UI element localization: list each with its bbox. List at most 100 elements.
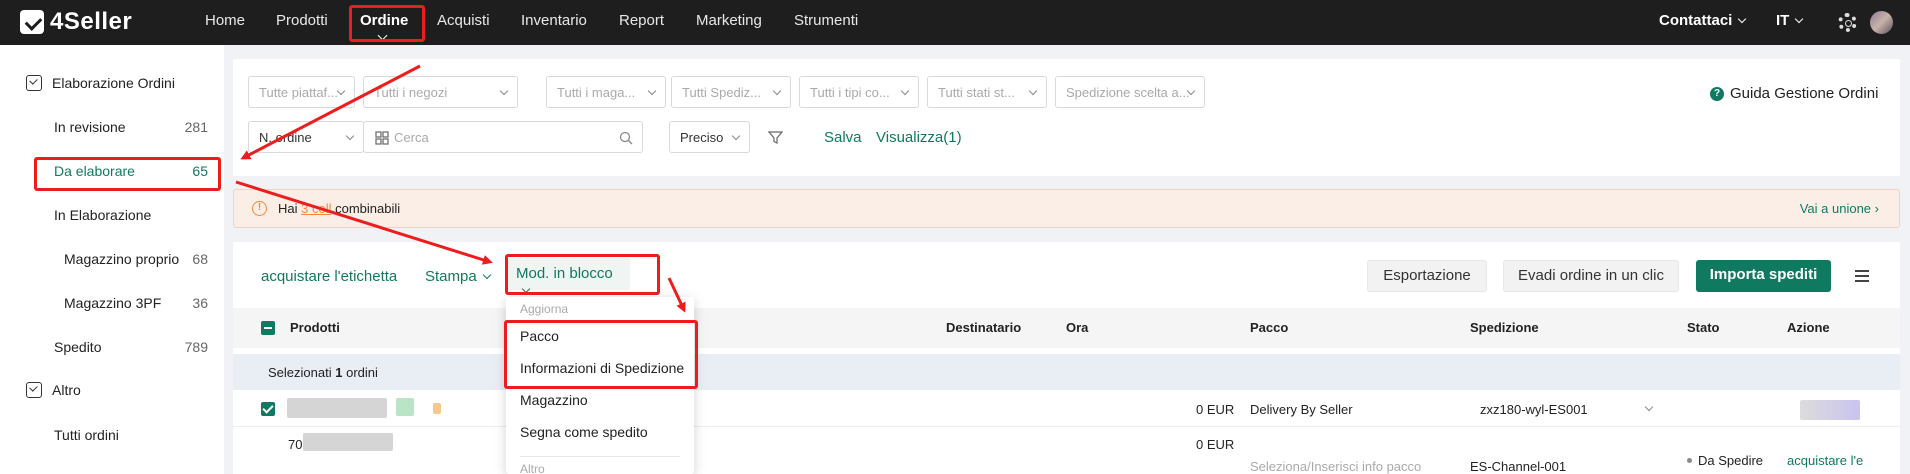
row-package-input[interactable]: Seleziona/Inserisci info pacco	[1250, 459, 1421, 474]
sidebar-item-all-orders[interactable]: Tutti ordini	[54, 427, 214, 443]
row-action-link[interactable]: acquistare l'e	[1787, 453, 1863, 468]
nav-orders[interactable]: Ordine	[360, 12, 408, 29]
sidebar-section-label: Altro	[52, 382, 81, 398]
sidebar-item-count: 789	[184, 339, 208, 355]
import-shipped-button[interactable]: Importa spediti	[1696, 260, 1831, 292]
redacted-product	[287, 398, 387, 418]
row-status-label: Da Spedire	[1698, 453, 1764, 468]
nav-marketing[interactable]: Marketing	[696, 12, 762, 29]
status-select[interactable]: Tutti stati st...	[927, 76, 1047, 108]
sidebar-item-label: Da elaborare	[54, 163, 135, 179]
dropdown-group-other: Altro	[520, 462, 545, 474]
warning-icon: !	[252, 201, 267, 216]
store-select[interactable]: Tutti i negozi	[363, 76, 518, 108]
sidebar-item-count: 281	[184, 119, 208, 135]
nav-home[interactable]: Home	[205, 12, 245, 29]
help-icon: ?	[1710, 86, 1724, 101]
one-click-fulfill-button[interactable]: Evadi ordine in un clic	[1503, 260, 1679, 292]
chevron-down-icon	[900, 86, 910, 96]
order-number-type-select[interactable]: N. ordine	[248, 121, 364, 153]
language-menu[interactable]: IT	[1776, 12, 1804, 29]
purchase-label-button[interactable]: acquistare l'etichetta	[261, 268, 397, 285]
row-checkbox[interactable]	[261, 402, 275, 416]
view-button[interactable]: Visualizza(1)	[876, 129, 962, 146]
select-value: N. ordine	[259, 130, 312, 145]
app-name: 4Seller	[50, 8, 133, 35]
sidebar-item-count: 65	[192, 163, 208, 179]
platform-select[interactable]: Tutte piattaf...	[248, 76, 355, 108]
order-guide-link[interactable]: ? Guida Gestione Ordini	[1710, 85, 1878, 102]
sidebar-item-count: 36	[192, 295, 208, 311]
table-header: Prodotti Destinatario Ora Pacco Spedizio…	[233, 308, 1900, 348]
chevron-down-icon	[731, 131, 741, 141]
select-value: Spedizione scelta a...	[1066, 85, 1190, 100]
row-order-id-prefix: 70	[288, 437, 303, 452]
column-settings-icon[interactable]	[1855, 270, 1869, 282]
status-dot-icon	[1687, 458, 1692, 463]
scan-icon	[375, 131, 389, 145]
filter-panel: Tutte piattaf... Tutti i negozi Tutti i …	[233, 59, 1900, 176]
col-time: Ora	[1066, 320, 1089, 335]
search-icon[interactable]	[619, 131, 633, 145]
nav-products[interactable]: Prodotti	[276, 12, 328, 29]
bulk-edit-menu[interactable]: Mod. in blocco	[505, 258, 630, 294]
shipping-select[interactable]: Tutti Spediz...	[671, 76, 791, 108]
type-select[interactable]: Tutti i tipi co...	[799, 76, 919, 108]
print-menu[interactable]: Stampa	[425, 268, 491, 285]
sidebar-section-other[interactable]: Altro	[26, 382, 81, 398]
row-status: Da Spedire	[1687, 453, 1763, 468]
dropdown-item-package[interactable]: Pacco	[520, 328, 559, 344]
contact-menu[interactable]: Contattaci	[1659, 12, 1747, 29]
select-value: Tutti stati st...	[938, 85, 1015, 100]
table-row[interactable]: 70 0 EUR Seleziona/Inserisci info pacco …	[233, 426, 1900, 474]
clipboard-check-icon	[26, 382, 42, 398]
sidebar-item-processing[interactable]: In Elaborazione	[54, 207, 214, 223]
nav-purchases[interactable]: Acquisti	[437, 12, 490, 29]
select-value: Tutte piattaf...	[259, 85, 339, 100]
product-thumbnail	[396, 398, 414, 416]
chevron-down-icon	[1028, 86, 1038, 96]
clipboard-check-icon	[26, 75, 42, 91]
notice-suffix: combinabili	[335, 201, 401, 216]
select-value: Tutti i tipi co...	[810, 85, 890, 100]
sidebar-section-label: Elaborazione Ordini	[52, 75, 175, 91]
row-shipping-select[interactable]: zxz180-wyl-ES001	[1480, 402, 1588, 417]
sidebar-item-shipped[interactable]: Spedito 789	[54, 339, 214, 355]
warehouse-select[interactable]: Tutti i maga...	[546, 76, 666, 108]
search-input[interactable]: Cerca	[363, 121, 643, 153]
sidebar-item-own-warehouse[interactable]: Magazzino proprio 68	[64, 251, 214, 267]
nav-inventory[interactable]: Inventario	[521, 12, 587, 29]
filter-icon[interactable]	[768, 130, 783, 145]
user-avatar[interactable]	[1870, 11, 1893, 34]
combinable-link[interactable]: 3 coll	[301, 201, 331, 216]
save-filter-button[interactable]: Salva	[824, 129, 862, 146]
col-shipping: Spedizione	[1470, 320, 1539, 335]
redacted-action	[1800, 400, 1860, 420]
top-navigation-bar: 4Seller Home Prodotti Ordine Acquisti In…	[0, 0, 1910, 45]
export-button[interactable]: Esportazione	[1367, 260, 1487, 292]
sidebar-item-label: In Elaborazione	[54, 207, 152, 223]
chevron-down-icon	[1644, 402, 1654, 412]
selection-summary: Selezionati 1 ordini	[233, 354, 1900, 390]
sidebar: Elaborazione Ordini In revisione 281 Da …	[0, 45, 224, 474]
sidebar-item-3pf-warehouse[interactable]: Magazzino 3PF 36	[64, 295, 214, 311]
nav-tools[interactable]: Strumenti	[794, 12, 858, 29]
app-logo[interactable]: 4Seller	[20, 8, 132, 36]
chosen-shipping-select[interactable]: Spedizione scelta a...	[1055, 76, 1205, 108]
search-placeholder: Cerca	[394, 130, 429, 145]
table-row[interactable]: 0 EUR Delivery By Seller zxz180-wyl-ES00…	[233, 392, 1900, 426]
chevron-down-icon	[1795, 14, 1804, 24]
settings-gear-icon[interactable]	[1838, 13, 1857, 32]
merge-link[interactable]: Vai a unione ›	[1800, 201, 1879, 216]
nav-report[interactable]: Report	[619, 12, 664, 29]
dropdown-item-warehouse[interactable]: Magazzino	[520, 392, 588, 408]
dropdown-item-mark-shipped[interactable]: Segna come spedito	[520, 424, 648, 440]
sidebar-section-order-processing[interactable]: Elaborazione Ordini	[26, 75, 175, 91]
product-tag-icon	[433, 403, 441, 414]
dropdown-item-shipping-info[interactable]: Informazioni di Spedizione	[520, 360, 684, 376]
sidebar-item-in-review[interactable]: In revisione 281	[54, 119, 214, 135]
bulk-edit-dropdown: Aggiorna Pacco Informazioni di Spedizion…	[506, 297, 694, 474]
select-all-checkbox[interactable]	[261, 321, 275, 335]
match-mode-select[interactable]: Preciso	[669, 121, 750, 153]
sidebar-item-to-process[interactable]: Da elaborare 65	[54, 163, 214, 179]
